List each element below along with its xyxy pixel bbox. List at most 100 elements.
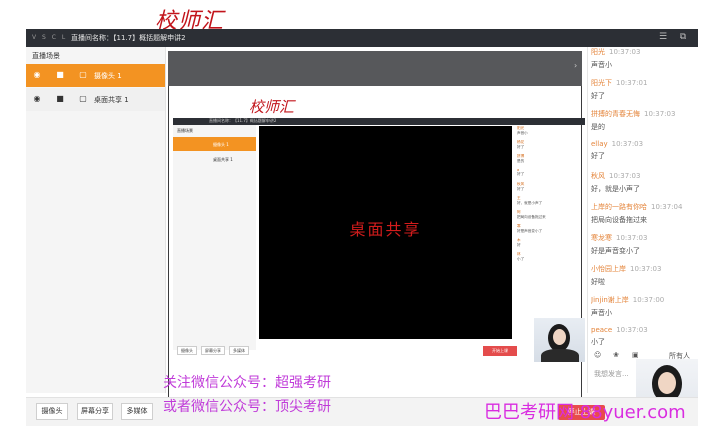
popout-icon[interactable]: ⧉ [678, 32, 688, 42]
inner-chat-message: 林小了 [517, 252, 583, 266]
chat-time: 10:37:01 [616, 79, 648, 87]
inner-chat-text: 小了 [517, 257, 525, 261]
scene-item-desktop-share[interactable]: ◉ ■ ▢ 桌面共享 1 [26, 88, 165, 111]
screen-share-button[interactable]: 屏幕分享 [77, 403, 113, 420]
chat-time: 10:37:03 [630, 265, 662, 273]
room-title: 直播间名称：【11.7】概括题解申讲2 [71, 34, 186, 42]
stage-top-strip [168, 51, 582, 86]
menu-icon[interactable]: ☰ [658, 32, 668, 42]
chat-sender: 阳光 [591, 48, 605, 56]
flower-icon[interactable]: ❀ [613, 351, 619, 359]
chat-time: 10:37:04 [651, 203, 683, 211]
scene-panel: 直播场景 ◉ ■ ▢ 摄像头 1 ◉ ■ ▢ 桌面共享 1 [26, 47, 166, 393]
chat-message: 秋风 10:37:03 好，就是小声了 [591, 171, 698, 202]
chat-sender: Jinjin谢上岸 [591, 296, 629, 304]
inner-multimedia-button: 多媒体 [229, 346, 249, 355]
chat-time: 10:37:03 [616, 234, 648, 242]
overlay-line-1: 关注微信公众号：超强考研 [163, 375, 331, 391]
webcam-thumbnail [534, 318, 585, 362]
inner-scene-label: 摄像头 1 [213, 142, 229, 147]
watermark: 巴巴考研网 88yuer.com [484, 402, 686, 423]
inner-chat-message: 秋风 好了 [517, 182, 583, 196]
chat-text: 好了 [591, 152, 605, 160]
inner-title-bar: 直播间名称：【11.7】概括题解申讲2 [173, 118, 585, 125]
camera-button[interactable]: 摄像头 [36, 403, 68, 420]
chat-message: 寒龙寒 10:37:03 好是声音变小了 [591, 233, 698, 264]
image-icon[interactable]: ▣ [632, 351, 639, 359]
chat-time: 10:37:03 [609, 48, 641, 56]
multimedia-button[interactable]: 多媒体 [121, 403, 153, 420]
eye-icon[interactable]: ◉ [32, 94, 42, 104]
chat-message: 阳光 10:37:03 声音小 [591, 47, 698, 78]
desktop-share-caption: 桌面共享 [349, 220, 422, 239]
chat-message: 小怡园上岸 10:37:03 好啦 [591, 264, 698, 295]
chat-panel: 阳光 10:37:03 声音小阳光下 10:37:01 好了 拼搏的青春无悔 10:37:0… [591, 47, 698, 347]
inner-scene-panel: 直播场景 摄像头 1 桌面共享 1 [173, 125, 256, 350]
desktop-icon: ▢ [79, 94, 87, 103]
chat-time: 10:37:03 [644, 110, 676, 118]
main-stage: › 校师汇 直播间名称：【11.7】概括题解申讲2 直播场景 摄像头 1 桌面共… [168, 51, 585, 397]
chat-message: 阳光下 10:37:01 好了 [591, 78, 698, 109]
chat-time: 10:37:00 [632, 296, 665, 304]
chat-separator [587, 47, 588, 393]
eye-icon[interactable]: ◉ [32, 70, 42, 80]
chat-sender: 阳光下 [591, 79, 612, 87]
inner-chat-text: 好了 [517, 145, 525, 149]
chat-text: 好是声音变小了 [591, 247, 640, 255]
scene-item-camera[interactable]: ◉ ■ ▢ 摄像头 1 [26, 64, 165, 87]
camera-icon: ▢ [79, 70, 87, 79]
inner-chat-message: a 好了 [517, 168, 583, 182]
chat-sender: 拼搏的青春无悔 [591, 110, 640, 118]
chat-message: 上岸的一路有你哈 10:37:04 把局向设备拖过来 [591, 202, 698, 233]
overlay-line-2: 或者微信公众号：顶尖考研 [163, 399, 331, 415]
chat-text: 好啦 [591, 278, 605, 286]
chat-time: 10:37:03 [611, 140, 644, 148]
inner-chat-text: 好 [517, 243, 521, 247]
inner-chat-text: 声音小 [517, 131, 528, 135]
inner-start-button: 开始上课 [483, 346, 517, 356]
chat-sender: peace [591, 326, 613, 334]
inner-chat-message: 拼搏 是的 [517, 154, 583, 168]
chat-sender: 上岸的一路有你哈 [591, 203, 647, 211]
chat-sender: 小怡园上岸 [591, 265, 626, 273]
inner-chat-message: 木好 [517, 238, 583, 252]
chat-sender: 秋风 [591, 172, 605, 180]
emoji-icon[interactable]: ☺ [594, 351, 601, 359]
inner-scene-item: 桌面共享 1 [173, 152, 256, 166]
lock-icon[interactable]: ■ [55, 94, 65, 104]
inner-chat-text: 好是声音变小了 [517, 229, 543, 233]
inner-bottom-bar: 摄像头 屏幕分享 多媒体 开始上课 [173, 344, 585, 358]
inner-chat-message: 王好，就是小声了 [517, 196, 583, 210]
chat-time: 10:37:03 [616, 326, 648, 334]
chat-sender: 寒龙寒 [591, 234, 612, 242]
chat-message: ellay 10:37:03 好了 [591, 140, 698, 171]
title-bar: V S C L 直播间名称：【11.7】概括题解申讲2 ☰ ⧉ [26, 29, 698, 47]
inner-scene-label: 桌面共享 1 [213, 157, 233, 162]
chat-sender: ellay [591, 140, 608, 148]
app-logo: V S C L [32, 34, 68, 41]
inner-brand-signature: 校师汇 [249, 98, 295, 116]
chat-text: 把局向设备拖过来 [591, 216, 647, 224]
chat-input[interactable]: 我想发言... [594, 369, 629, 379]
chat-message: 拼搏的青春无悔 10:37:03 是的 [591, 109, 698, 140]
chat-message: Jinjin谢上岸 10:37:00 声音小 [591, 295, 698, 326]
inner-chat-message: 阿把局向设备拖过来 [517, 210, 583, 224]
inner-chat-list: 阳光 声音小 杨花 好了 拼搏 是的 a 好了 秋风 好了王好，就是小声了阿把局向设备拖过来寒好是… [517, 126, 583, 341]
inner-chat-text: 是的 [517, 159, 525, 163]
inner-video-area: 桌面共享 [259, 126, 512, 339]
inner-scene-item: 摄像头 1 [173, 137, 256, 151]
chat-message: peace 10:37:03 小了 [591, 326, 698, 347]
lock-icon[interactable]: ■ [55, 70, 65, 80]
inner-chat-message: 阳光 声音小 [517, 126, 583, 140]
inner-room-title: 直播间名称：【11.7】概括题解申讲2 [209, 118, 277, 123]
scene-item-label: 桌面共享 1 [94, 96, 129, 104]
chat-text: 声音小 [591, 61, 612, 69]
scene-item-label: 摄像头 1 [94, 72, 122, 80]
stage-scroll-arrow-icon[interactable]: › [574, 61, 580, 79]
inner-scene-header: 直播场景 [177, 128, 193, 133]
inner-chat-text: 好了 [517, 187, 525, 191]
chat-time: 10:37:03 [609, 172, 641, 180]
inner-screen-share-button: 屏幕分享 [201, 346, 225, 355]
inner-chat-text: 好，就是小声了 [517, 201, 543, 205]
inner-chat-message: 杨花 好了 [517, 140, 583, 154]
